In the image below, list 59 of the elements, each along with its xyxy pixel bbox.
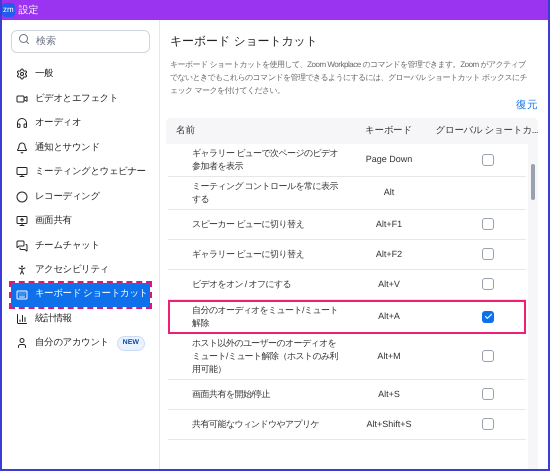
person-icon xyxy=(16,264,28,276)
table-cell-text: Alt+F2 xyxy=(374,248,404,260)
window-title: 設定 xyxy=(18,4,39,18)
restore-link[interactable]: 復元 xyxy=(516,98,538,114)
column-header: 名前 xyxy=(175,124,196,138)
sidebar-item[interactable]: ビデオとエフェクト xyxy=(11,86,150,111)
table-cell-text: Alt+F1 xyxy=(374,218,404,230)
table-cell-text: Alt+M xyxy=(376,350,402,362)
table-cell-text: Alt+S xyxy=(377,388,401,400)
table-cell-text: 画面共有を開始/停止 xyxy=(191,388,272,401)
sidebar-item[interactable]: チームチャット xyxy=(11,234,150,258)
table-cell-text: ミーティング コントロールを常に表示する xyxy=(191,180,340,206)
sidebar-item[interactable]: 統計情報 xyxy=(11,306,150,331)
app-logo: zm xyxy=(2,3,15,17)
checkbox[interactable] xyxy=(482,388,494,400)
table-cell-text: ギャラリー ビューに切り替え xyxy=(191,248,305,261)
sidebar-item[interactable]: ミーティングとウェビナー xyxy=(11,160,150,184)
search-icon xyxy=(18,33,30,45)
gear-icon xyxy=(16,68,28,80)
checkbox[interactable] xyxy=(482,154,494,166)
video-camera-icon xyxy=(16,92,28,105)
column-header: グローバル ショートカ... xyxy=(435,124,538,138)
description-text: キーボード ショートカットを使用して、Zoom Workplace のコマンドを管理できます。Zoom がアクティブでないときでもこれらのコマンドを管理できるようにするには、グローバル ショートカット ボックスにチェック マークを付けてください。 xyxy=(170,59,528,97)
record-icon xyxy=(16,190,28,203)
table-cell-text: Alt xyxy=(382,186,396,199)
table-cell-text: Alt+V xyxy=(377,278,401,290)
checkbox[interactable] xyxy=(482,350,494,362)
sidebar-item[interactable]: 通知とサウンド xyxy=(11,136,150,160)
headphones-icon xyxy=(16,117,28,130)
checkbox[interactable] xyxy=(482,418,494,430)
table-cell-text: ホスト以外のユーザーのオーディオをミュート/ミュート解除（ホストのみ利用可能） xyxy=(191,336,339,376)
checkbox[interactable] xyxy=(482,248,494,260)
table-cell-text: 自分のオーディオをミュート/ミュート解除 xyxy=(191,304,339,330)
checkbox[interactable] xyxy=(482,278,494,290)
sidebar-item[interactable]: 画面共有 xyxy=(11,209,150,234)
sidebar-item[interactable]: オーディオ xyxy=(11,111,150,136)
chat-icon xyxy=(16,240,28,252)
table-cell-text: 共有可能なウィンドウやアプリケ xyxy=(191,418,320,431)
table-cell-text: スピーカー ビューに切り替え xyxy=(191,218,305,231)
screen-share-icon xyxy=(16,215,28,228)
sidebar-item[interactable]: レコーディング xyxy=(11,184,150,209)
user-icon xyxy=(16,337,28,350)
sidebar-item[interactable]: 一般 xyxy=(11,62,150,86)
monitor-icon xyxy=(16,166,28,178)
bar-chart-icon xyxy=(16,312,28,325)
keyboard-icon xyxy=(16,288,28,300)
bell-icon xyxy=(16,142,28,154)
table-cell-text: Page Down xyxy=(364,153,414,166)
table-cell-text: ギャラリー ビューで次ページのビデオ参加者を表示 xyxy=(191,146,339,173)
page-title: キーボード ショートカット xyxy=(170,33,318,50)
search-field[interactable]: 検索 xyxy=(11,30,150,53)
checkbox[interactable] xyxy=(482,310,494,323)
table-cell-text: Alt+Shift+S xyxy=(365,418,413,430)
sidebar-item[interactable]: キーボード ショートカット xyxy=(11,282,150,306)
checkbox[interactable] xyxy=(482,218,494,230)
sidebar-item[interactable]: アクセシビリティ xyxy=(11,258,150,282)
column-header: キーボード xyxy=(364,124,414,138)
table-cell-text: ビデオをオン / オフにする xyxy=(191,278,292,291)
table-cell-text: Alt+A xyxy=(377,310,401,323)
